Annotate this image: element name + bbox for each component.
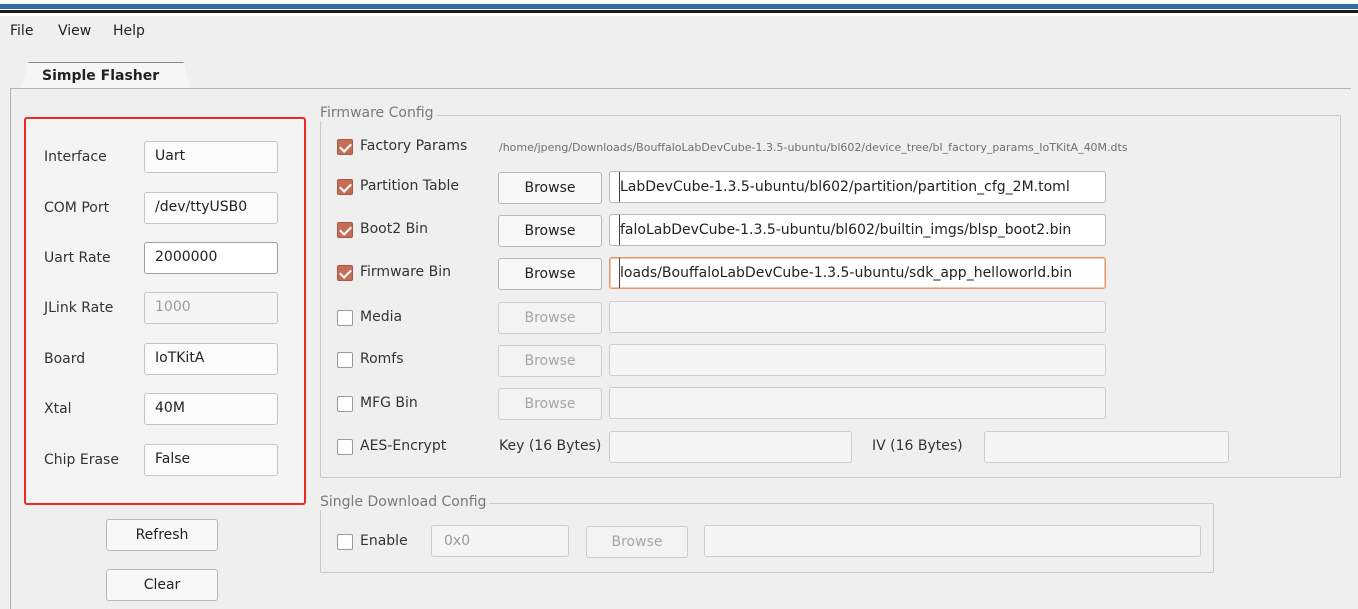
xtal-label: Xtal — [44, 401, 72, 417]
mfg-bin-path-input[interactable] — [609, 387, 1106, 419]
menu-file[interactable]: File — [10, 23, 33, 39]
factory-params-label: Factory Params — [360, 138, 468, 154]
boot2-bin-path-input[interactable]: faloLabDevCube-1.3.5-ubuntu/bl602/builti… — [609, 214, 1106, 246]
single-download-config-title: Single Download Config — [320, 494, 490, 510]
single-download-address-input[interactable]: 0x0 — [431, 525, 569, 557]
firmware-bin-browse-button[interactable]: Browse — [498, 258, 602, 290]
uart-rate-label: Uart Rate — [44, 250, 111, 266]
chip-erase-label: Chip Erase — [44, 452, 119, 468]
factory-params-path: /home/jpeng/Downloads/BouffaloLabDevCube… — [499, 141, 1128, 154]
menu-help[interactable]: Help — [113, 23, 145, 39]
tab-simple-flasher-label: Simple Flasher — [42, 68, 160, 84]
titlebar-accent-band — [0, 4, 1358, 9]
text-caret — [610, 258, 620, 288]
window-titlebar — [0, 0, 1358, 16]
boot2-bin-path-text: faloLabDevCube-1.3.5-ubuntu/bl602/builti… — [620, 222, 1072, 238]
text-caret — [610, 215, 620, 245]
tab-strip: Simple Flasher — [0, 46, 1358, 93]
single-download-enable-label: Enable — [360, 533, 408, 549]
factory-params-checkbox[interactable] — [337, 139, 353, 155]
single-download-path-input[interactable] — [704, 525, 1201, 557]
partition-table-browse-button[interactable]: Browse — [498, 172, 602, 204]
com-port-label: COM Port — [44, 200, 110, 216]
mfg-bin-label: MFG Bin — [360, 395, 418, 411]
menu-view[interactable]: View — [58, 23, 91, 39]
romfs-browse-button[interactable]: Browse — [498, 345, 602, 377]
aes-iv-label: IV (16 Bytes) — [872, 438, 963, 454]
firmware-config-group — [320, 115, 1341, 478]
partition-table-label: Partition Table — [360, 178, 459, 194]
xtal-select[interactable]: 40M — [144, 393, 278, 425]
media-checkbox[interactable] — [337, 310, 353, 326]
firmware-bin-path-input[interactable]: loads/BouffaloLabDevCube-1.3.5-ubuntu/sd… — [609, 257, 1106, 289]
boot2-bin-label: Boot2 Bin — [360, 221, 428, 237]
romfs-label: Romfs — [360, 351, 404, 367]
media-label: Media — [360, 309, 403, 325]
boot2-bin-browse-button[interactable]: Browse — [498, 215, 602, 247]
partition-table-path-text: LabDevCube-1.3.5-ubuntu/bl602/partition/… — [620, 179, 1070, 195]
romfs-path-input[interactable] — [609, 344, 1106, 376]
mfg-bin-browse-button[interactable]: Browse — [498, 388, 602, 420]
board-select[interactable]: IoTKitA — [144, 343, 278, 375]
board-label: Board — [44, 351, 86, 367]
boot2-bin-checkbox[interactable] — [337, 222, 353, 238]
com-port-select[interactable]: /dev/ttyUSB0 — [144, 192, 278, 224]
single-download-enable-checkbox[interactable] — [337, 534, 353, 550]
aes-key-input[interactable] — [609, 431, 852, 463]
media-browse-button[interactable]: Browse — [498, 302, 602, 334]
firmware-bin-path-text: loads/BouffaloLabDevCube-1.3.5-ubuntu/sd… — [620, 265, 1073, 281]
text-caret — [610, 172, 620, 202]
firmware-bin-checkbox[interactable] — [337, 265, 353, 281]
jlink-rate-input[interactable]: 1000 — [144, 292, 278, 324]
partition-table-checkbox[interactable] — [337, 179, 353, 195]
partition-table-path-input[interactable]: LabDevCube-1.3.5-ubuntu/bl602/partition/… — [609, 171, 1106, 203]
aes-encrypt-label: AES-Encrypt — [360, 438, 447, 454]
firmware-bin-label: Firmware Bin — [360, 264, 451, 280]
aes-key-label: Key (16 Bytes) — [499, 438, 602, 454]
mfg-bin-checkbox[interactable] — [337, 396, 353, 412]
interface-select[interactable]: Uart — [144, 141, 278, 173]
romfs-checkbox[interactable] — [337, 352, 353, 368]
jlink-rate-label: JLink Rate — [44, 300, 114, 316]
menu-bar: File View Help — [0, 16, 1358, 46]
aes-encrypt-checkbox[interactable] — [337, 439, 353, 455]
refresh-button[interactable]: Refresh — [106, 519, 218, 551]
titlebar-dark-band — [0, 10, 1358, 13]
clear-button[interactable]: Clear — [106, 569, 218, 601]
interface-label: Interface — [44, 149, 107, 165]
media-path-input[interactable] — [609, 301, 1106, 333]
single-download-browse-button[interactable]: Browse — [586, 526, 688, 558]
firmware-config-title: Firmware Config — [320, 105, 437, 121]
chip-erase-select[interactable]: False — [144, 444, 278, 476]
uart-rate-input[interactable]: 2000000 — [144, 242, 278, 274]
aes-iv-input[interactable] — [984, 431, 1229, 463]
